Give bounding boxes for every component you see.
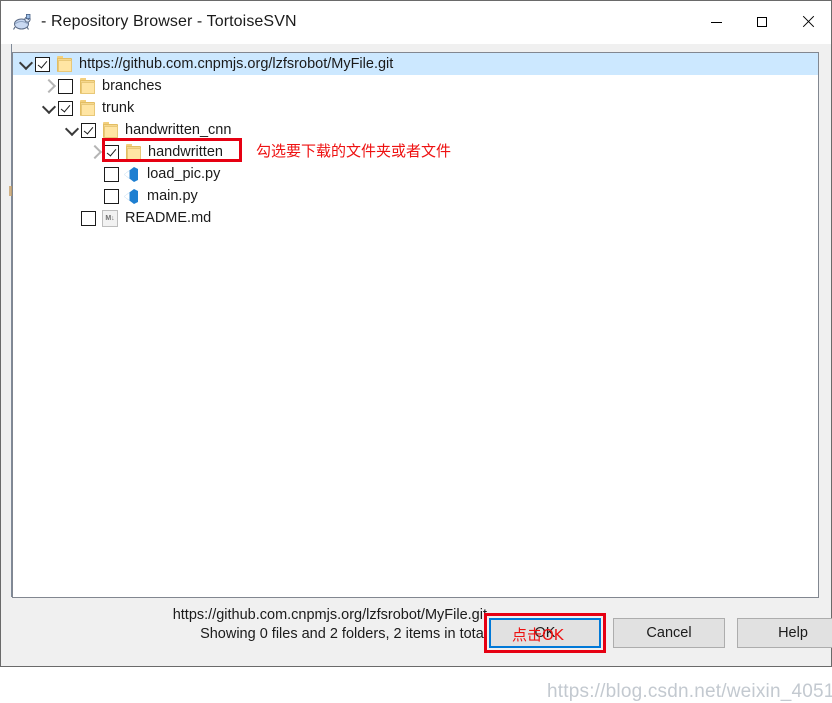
button-spacer-1 [601, 618, 613, 648]
folder-icon [78, 78, 96, 94]
tree-row[interactable]: M↓ README.md [13, 207, 818, 229]
tree-row[interactable]: https://github.com.cnpmjs.org/lzfsrobot/… [13, 53, 818, 75]
repository-tree-panel[interactable]: https://github.com.cnpmjs.org/lzfsrobot/… [12, 52, 819, 598]
minimize-icon [710, 21, 722, 23]
tree-item-checkbox[interactable] [81, 210, 96, 226]
tree-item-label: README.md [125, 210, 212, 226]
status-text: https://github.com.cnpmjs.org/lzfsrobot/… [173, 606, 487, 644]
minimize-button[interactable] [693, 1, 739, 43]
maximize-button[interactable] [739, 1, 785, 43]
tree-item-checkbox[interactable] [58, 78, 73, 94]
repository-browser-window: - Repository Browser - TortoiseSVN https… [0, 0, 832, 702]
tree-item-label: branches [102, 78, 162, 94]
tree-item-label: https://github.com.cnpmjs.org/lzfsrobot/… [79, 56, 394, 72]
maximize-icon [757, 17, 767, 27]
markdown-file-icon: M↓ [102, 209, 118, 227]
ok-annotation-text: 点击OK [512, 626, 564, 644]
tree-row[interactable]: branches [13, 75, 818, 97]
button-spacer-2 [725, 618, 737, 648]
tree-item-label: trunk [102, 100, 135, 116]
status-summary: Showing 0 files and 2 folders, 2 items i… [200, 626, 487, 642]
tree-annotation-text: 勾选要下载的文件夹或者文件 [256, 142, 452, 160]
watermark-text: https://blog.csdn.net/weixin_40511249 [547, 681, 832, 702]
python-vscode-file-icon [121, 188, 141, 205]
tree-row[interactable]: main.py [13, 185, 818, 207]
python-vscode-file-icon [121, 166, 141, 183]
cancel-button[interactable]: Cancel [613, 618, 725, 648]
tree-item-checkbox[interactable] [58, 100, 73, 116]
close-button[interactable] [785, 1, 831, 43]
window-controls [693, 1, 831, 43]
status-url: https://github.com.cnpmjs.org/lzfsrobot/… [172, 607, 487, 623]
folder-icon [101, 122, 119, 138]
chevron-down-icon[interactable] [63, 119, 81, 141]
chevron-down-icon[interactable] [40, 97, 58, 119]
folder-icon [124, 144, 142, 160]
close-icon [802, 16, 814, 28]
folder-icon [55, 56, 73, 72]
tortoise-icon [11, 11, 33, 33]
tree-item-label: main.py [147, 188, 198, 204]
tree-row[interactable]: handwritten_cnn [13, 119, 818, 141]
dialog-body: https://github.com.cnpmjs.org/lzfsrobot/… [1, 44, 832, 702]
tree-item-label: handwritten_cnn [125, 122, 232, 138]
chevron-right-icon[interactable] [86, 141, 104, 163]
tree-item-checkbox[interactable] [35, 56, 50, 72]
tree-row[interactable]: trunk [13, 97, 818, 119]
folder-icon [78, 100, 96, 116]
help-button[interactable]: Help [737, 618, 832, 648]
tree-item-checkbox[interactable] [81, 122, 96, 138]
window-title: - Repository Browser - TortoiseSVN [41, 13, 297, 30]
tree-item-checkbox[interactable] [104, 166, 119, 182]
tree-item-label: handwritten [148, 144, 223, 160]
tree-item-checkbox[interactable] [104, 144, 119, 160]
tree-item-label: load_pic.py [147, 166, 221, 182]
title-bar[interactable]: - Repository Browser - TortoiseSVN [1, 1, 831, 44]
tree-row[interactable]: load_pic.py [13, 163, 818, 185]
tree-item-checkbox[interactable] [104, 188, 119, 204]
chevron-down-icon[interactable] [17, 53, 35, 75]
chevron-right-icon[interactable] [40, 75, 58, 97]
